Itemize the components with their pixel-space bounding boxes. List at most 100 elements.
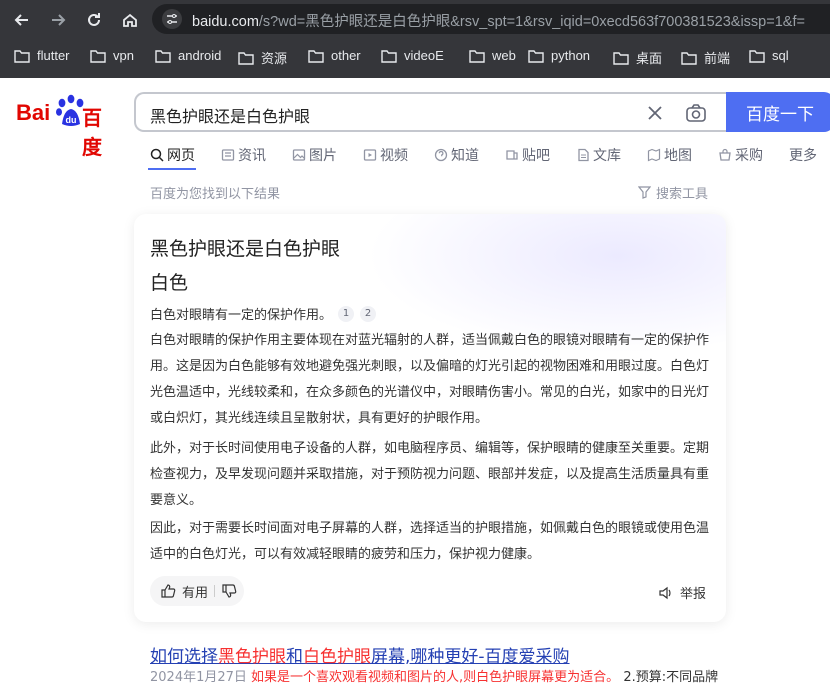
bookmark-label: sql [772, 48, 789, 63]
baidu-logo[interactable]: Bai du 百度 [14, 94, 120, 159]
title-highlight: 黑色护眼 [218, 647, 286, 667]
tab-0[interactable]: 网页 [150, 145, 195, 165]
tab-3[interactable]: 视频 [363, 145, 408, 165]
tab-2[interactable]: 图片 [292, 145, 337, 165]
helpful-label[interactable]: 有用 [182, 582, 208, 601]
bookmarks-bar: flutter vpn android 资源 other videoE web python 桌… [0, 42, 830, 72]
citation-badge[interactable]: 1 [338, 305, 355, 322]
back-button[interactable] [10, 8, 34, 32]
title-segment: 和 [286, 647, 303, 667]
bookmark-label: web [492, 48, 516, 63]
bookmark-label: other [331, 48, 361, 63]
tab-label: 地图 [664, 148, 692, 164]
bookmark-label: python [551, 48, 591, 63]
report-button[interactable]: 举报 [658, 583, 706, 602]
bookmark-label: 资源 [261, 51, 288, 66]
clear-icon[interactable] [644, 102, 666, 124]
tab-label: 贴吧 [522, 148, 550, 164]
bookmark-item[interactable]: web [469, 48, 516, 63]
tab-9[interactable]: 更多 [789, 145, 817, 165]
folder-icon [613, 51, 629, 65]
folder-icon [469, 49, 485, 63]
tab-icon [647, 148, 661, 162]
card-title: 黑色护眼还是白色护眼 [150, 238, 341, 260]
bookmark-item[interactable]: vpn [90, 48, 134, 63]
tab-label: 知道 [451, 148, 479, 164]
card-summary: 白色对眼睛有一定的保护作用。 1 2 [150, 304, 377, 323]
home-icon [123, 13, 137, 27]
tab-7[interactable]: 地图 [647, 145, 692, 165]
search-input[interactable]: 黑色护眼还是白色护眼 [150, 103, 310, 127]
filter-icon [638, 186, 651, 199]
folder-icon [681, 51, 697, 65]
answer-paragraph: 因此，对于需要长时间面对电子屏幕的人群，选择适当的护眼措施，如佩戴白色的眼镜或使… [150, 521, 710, 562]
bookmark-item[interactable]: videoE [381, 48, 444, 63]
site-info-icon[interactable] [162, 9, 182, 29]
folder-icon [381, 49, 397, 63]
citation-badge[interactable]: 2 [360, 305, 377, 322]
active-tab-underline [148, 168, 196, 170]
answer-paragraph: 白色对眼睛的保护作用主要体现在对蓝光辐射的人群，适当佩戴白色的眼镜对眼睛有一定的… [150, 333, 710, 426]
folder-icon [528, 49, 544, 63]
bookmark-label: flutter [37, 48, 70, 63]
search-tools-button[interactable]: 搜索工具 [638, 183, 708, 202]
bookmark-label: 桌面 [636, 51, 663, 66]
camera-icon[interactable] [684, 101, 708, 125]
title-segment: 屏幕,哪种更好-百度爱采购 [371, 647, 570, 667]
arrow-right-icon [52, 14, 66, 26]
bookmark-item[interactable]: android [155, 48, 221, 63]
tab-label: 视频 [380, 148, 408, 164]
speaker-icon [659, 586, 671, 599]
reload-icon [88, 13, 100, 26]
title-segment: 如何选择 [150, 647, 218, 667]
svg-text:du: du [66, 115, 77, 125]
url-text: baidu.com/s?wd=黑色护眼还是白色护眼&rsv_spt=1&rsv_… [192, 14, 805, 30]
tab-label: 更多 [789, 148, 817, 164]
bookmark-item[interactable]: 桌面 [613, 48, 662, 67]
tab-8[interactable]: 采购 [718, 145, 763, 165]
summary-text: 白色对眼睛有一定的保护作用。 [150, 308, 333, 323]
bookmark-item[interactable]: 前端 [681, 48, 730, 67]
result-title-link[interactable]: 如何选择黑色护眼和白色护眼屏幕,哪种更好-百度爱采购 [150, 642, 570, 667]
answer-paragraph: 此外，对于长时间使用电子设备的人群，如电脑程序员、编辑等，保护眼睛的健康至关重要… [150, 441, 710, 508]
folder-icon [238, 51, 254, 65]
bookmark-label: videoE [404, 48, 444, 63]
search-button[interactable]: 百度一下 [726, 92, 830, 132]
arrow-left-icon [14, 14, 28, 26]
thumbs-up-icon[interactable] [160, 583, 176, 599]
folder-icon [14, 49, 30, 63]
tab-label: 采购 [735, 148, 763, 164]
bookmark-item[interactable]: python [528, 48, 590, 63]
bookmark-item[interactable]: 资源 [238, 48, 287, 67]
tab-label: 网页 [167, 148, 195, 164]
forward-button[interactable] [46, 8, 70, 32]
logo-text-bai: Bai [16, 100, 51, 125]
answer-card: 黑色护眼还是白色护眼 白色 白色对眼睛有一定的保护作用。 1 2 白色对眼睛的保… [134, 214, 726, 622]
address-bar[interactable]: baidu.com/s?wd=黑色护眼还是白色护眼&rsv_spt=1&rsv_… [152, 4, 830, 34]
search-box[interactable]: 黑色护眼还是白色护眼 [134, 92, 726, 132]
folder-icon [308, 49, 324, 63]
home-button[interactable] [118, 8, 142, 32]
folder-icon [90, 49, 106, 63]
tab-6[interactable]: 文库 [576, 145, 621, 165]
tab-icon [150, 148, 164, 162]
snippet-highlight: 如果是一个喜欢观看视频和图片的人,则白色护眼屏幕更为适合。 [251, 670, 620, 685]
tab-5[interactable]: 贴吧 [505, 145, 550, 165]
bookmark-label: vpn [113, 48, 134, 63]
bookmark-label: android [178, 48, 222, 63]
result-count: 百度为您找到以下结果 [150, 187, 281, 202]
feedback-divider [214, 585, 216, 597]
bookmark-item[interactable]: sql [749, 48, 789, 63]
report-label: 举报 [680, 587, 707, 602]
tab-icon [506, 150, 518, 160]
thumbs-down-icon[interactable] [221, 583, 237, 599]
tab-icon [292, 149, 306, 161]
reload-button[interactable] [82, 8, 106, 32]
card-answer: 白色 [150, 272, 189, 294]
bookmark-item[interactable]: other [308, 48, 361, 63]
tab-1[interactable]: 资讯 [221, 145, 266, 165]
folder-icon [749, 49, 765, 63]
tab-4[interactable]: 知道 [434, 145, 479, 165]
title-highlight: 白色护眼 [303, 647, 371, 667]
bookmark-item[interactable]: flutter [14, 48, 70, 63]
